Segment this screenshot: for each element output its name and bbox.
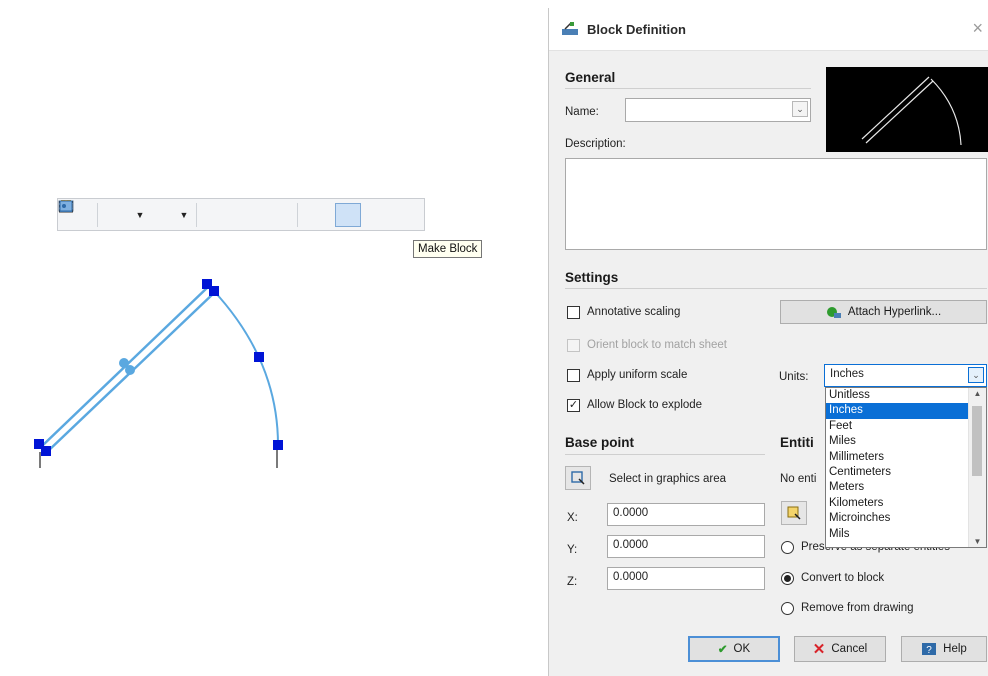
- scrollbar-thumb[interactable]: [972, 406, 982, 476]
- dropdown-scrollbar[interactable]: ▲ ▼: [968, 388, 986, 547]
- no-entities-label: No enti: [780, 473, 817, 485]
- help-button[interactable]: ? Help: [901, 636, 987, 662]
- attach-hyperlink-button[interactable]: Attach Hyperlink...: [780, 300, 987, 324]
- svg-text:?: ?: [926, 645, 932, 656]
- drawing-geometry[interactable]: [0, 0, 540, 676]
- grip-square: [254, 352, 264, 362]
- drawing-canvas[interactable]: ▼ ▼ Make Block: [0, 0, 540, 676]
- units-combo[interactable]: Inches ⌄: [824, 364, 987, 387]
- scroll-up-icon[interactable]: ▲: [969, 389, 986, 398]
- remove-radio[interactable]: [781, 602, 794, 615]
- hyperlink-icon: [826, 307, 841, 318]
- lineweight-dropdown-icon[interactable]: ▼: [179, 210, 189, 220]
- attach-hyperlink-label: Attach Hyperlink...: [847, 306, 942, 318]
- units-option[interactable]: Mils: [826, 527, 968, 542]
- grip-square: [41, 446, 51, 456]
- settings-heading: Settings: [565, 270, 619, 285]
- base-point-heading: Base point: [565, 435, 635, 450]
- select-entities-button[interactable]: [781, 501, 807, 525]
- x-input[interactable]: 0.0000: [607, 503, 765, 526]
- general-heading: General: [565, 70, 616, 85]
- description-textarea[interactable]: [565, 158, 987, 250]
- block-definition-icon: [561, 22, 579, 36]
- units-value: Inches: [830, 368, 864, 380]
- dialog-title: Block Definition: [587, 21, 686, 37]
- uniform-scale-checkbox[interactable]: [567, 369, 580, 382]
- dialog-titlebar: Block Definition ×: [549, 8, 988, 51]
- close-icon[interactable]: ×: [972, 18, 983, 39]
- description-label: Description:: [565, 138, 626, 150]
- z-label: Z:: [567, 576, 578, 588]
- toolbar-separator: [97, 202, 98, 227]
- cancel-button[interactable]: ✕ Cancel: [794, 636, 886, 662]
- layer-icon[interactable]: [58, 200, 131, 227]
- preserve-radio[interactable]: [781, 541, 794, 554]
- quick-toolbar: ▼ ▼: [57, 198, 425, 231]
- units-option[interactable]: Kilometers: [826, 496, 968, 511]
- help-label: Help: [943, 643, 967, 655]
- convert-radio[interactable]: [781, 572, 794, 585]
- ok-button[interactable]: ✔ OK: [688, 636, 780, 662]
- name-label: Name:: [565, 106, 599, 118]
- midpoint-grip: [125, 365, 135, 375]
- pick-point-icon: [571, 471, 585, 485]
- block-preview: [826, 67, 988, 152]
- orient-checkbox[interactable]: [567, 339, 580, 352]
- grip-square: [273, 440, 283, 450]
- scroll-down-icon[interactable]: ▼: [969, 537, 986, 546]
- lineweight-icon[interactable]: [59, 201, 175, 227]
- units-option[interactable]: Unitless: [826, 388, 968, 403]
- grip-square: [209, 286, 219, 296]
- make-block-tooltip: Make Block: [413, 240, 483, 258]
- make-block-icon[interactable]: [59, 200, 361, 227]
- base-point-divider: [565, 454, 765, 455]
- x-label: X:: [567, 512, 578, 524]
- y-input[interactable]: 0.0000: [607, 535, 765, 558]
- entities-heading: Entiti: [780, 435, 814, 450]
- convert-label: Convert to block: [801, 572, 885, 584]
- allow-explode-checkbox[interactable]: ✓: [567, 399, 580, 412]
- units-dropdown-list[interactable]: Unitless Inches Feet Miles Millimeters Centim…: [825, 387, 987, 548]
- select-base-point-button[interactable]: [565, 466, 591, 490]
- units-option[interactable]: Millimeters: [826, 450, 968, 465]
- select-graphics-label: Select in graphics area: [609, 473, 726, 485]
- uniform-scale-label: Apply uniform scale: [587, 369, 688, 381]
- chevron-down-icon[interactable]: ⌄: [792, 101, 808, 117]
- units-option[interactable]: Microinches: [826, 511, 968, 526]
- help-icon: ?: [922, 643, 937, 656]
- check-icon: ✔: [717, 644, 728, 656]
- layer-dropdown-icon[interactable]: ▼: [135, 210, 145, 220]
- remove-label: Remove from drawing: [801, 602, 914, 614]
- cancel-label: Cancel: [831, 643, 868, 655]
- units-label: Units:: [779, 371, 809, 383]
- lock-icon[interactable]: [60, 202, 290, 227]
- z-input[interactable]: 0.0000: [607, 567, 765, 590]
- units-option[interactable]: Feet: [826, 419, 968, 434]
- units-option[interactable]: Centimeters: [826, 465, 968, 480]
- orient-label: Orient block to match sheet: [587, 339, 727, 351]
- allow-explode-label: Allow Block to explode: [587, 399, 703, 411]
- selected-arc: [212, 289, 279, 446]
- close-icon: ✕: [812, 641, 826, 658]
- general-divider: [565, 88, 811, 89]
- units-option[interactable]: Miles: [826, 434, 968, 449]
- annotative-checkbox[interactable]: [567, 306, 580, 319]
- y-label: Y:: [567, 544, 578, 556]
- name-combo[interactable]: ⌄: [625, 98, 811, 122]
- units-option[interactable]: Inches: [826, 403, 968, 419]
- insert-icon[interactable]: [60, 200, 331, 227]
- select-objects-icon: [787, 506, 801, 520]
- units-option[interactable]: Meters: [826, 480, 968, 495]
- properties-icon[interactable]: [60, 202, 230, 227]
- toolbar-separator: [297, 202, 298, 227]
- annotative-label: Annotative scaling: [587, 306, 681, 318]
- chevron-down-icon[interactable]: ⌄: [968, 367, 984, 383]
- ok-label: OK: [733, 643, 751, 655]
- match-icon[interactable]: [61, 200, 260, 227]
- block-definition-dialog: Block Definition × General Name: ⌄ Descr…: [548, 8, 988, 676]
- toolbar-separator: [196, 202, 197, 227]
- settings-divider: [565, 288, 987, 289]
